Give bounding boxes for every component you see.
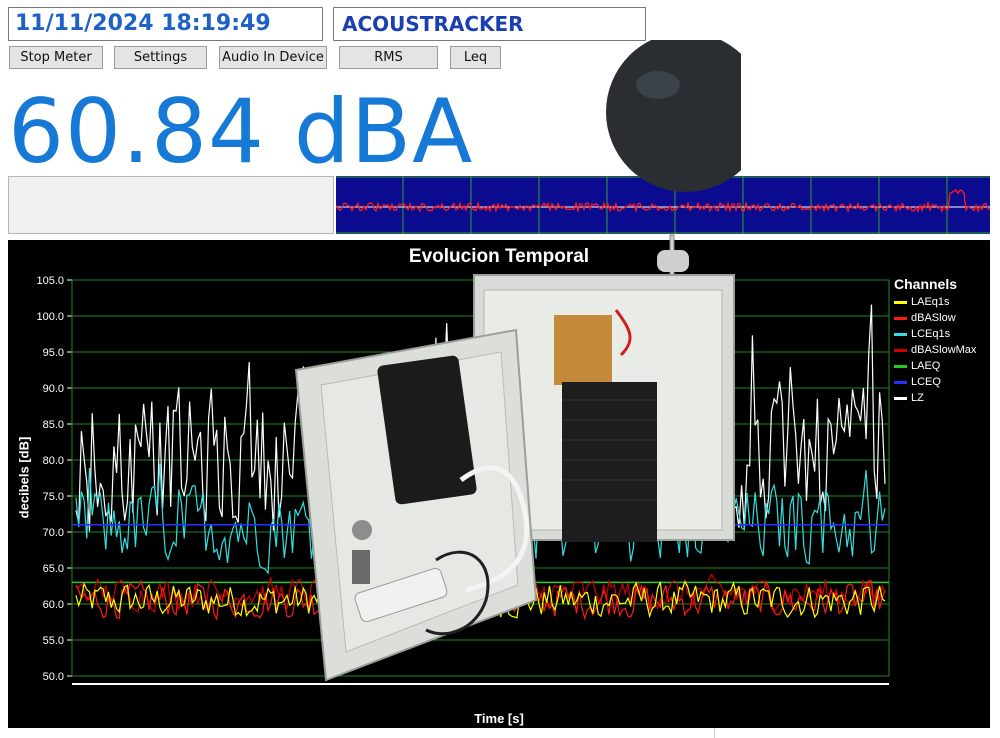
- y-tick-label: 50.0: [43, 671, 64, 683]
- legend-label: dBASlowMax: [911, 344, 977, 356]
- legend-swatch: [894, 396, 907, 400]
- y-tick-label: 55.0: [43, 635, 64, 647]
- legend-item: dBASlow: [894, 310, 956, 326]
- legend-swatch: [894, 348, 907, 352]
- y-tick-label: 85.0: [43, 419, 64, 431]
- y-tick-label: 70.0: [43, 527, 64, 539]
- y-tick-label: 90.0: [43, 383, 64, 395]
- legend-label: LCEq1s: [911, 328, 951, 340]
- settings-button[interactable]: Settings: [114, 46, 207, 69]
- y-tick-label: 65.0: [43, 563, 64, 575]
- legend-item: dBASlowMax: [894, 342, 976, 358]
- app-title: ACOUSTRACKER: [333, 7, 646, 41]
- x-axis-label: Time [s]: [474, 711, 524, 726]
- legend-swatch: [894, 300, 907, 304]
- y-tick-label: 105.0: [36, 275, 64, 287]
- y-tick-label: 95.0: [43, 347, 64, 359]
- legend-item: LCEq1s: [894, 326, 950, 342]
- legend-title: Channels: [894, 276, 958, 292]
- legend-swatch: [894, 380, 907, 384]
- legend-swatch: [894, 332, 907, 336]
- legend-swatch: [894, 316, 907, 320]
- y-tick-label: 60.0: [43, 599, 64, 611]
- y-tick-label: 100.0: [36, 311, 64, 323]
- noise-monitor-enclosure-photo: [294, 40, 741, 682]
- legend-swatch: [894, 364, 907, 368]
- legend-label: LAEq1s: [911, 296, 950, 308]
- legend-item: LAEq1s: [894, 294, 950, 310]
- legend-label: LZ: [911, 392, 924, 404]
- stop-meter-button[interactable]: Stop Meter: [9, 46, 103, 69]
- legend-item: LCEQ: [894, 374, 941, 390]
- legend-item: LAEQ: [894, 358, 940, 374]
- y-tick-label: 75.0: [43, 491, 64, 503]
- datetime-display: 11/11/2024 18:19:49: [8, 7, 323, 41]
- legend-label: dBASlow: [911, 312, 956, 324]
- divider: [714, 728, 715, 738]
- legend-item: LZ: [894, 390, 924, 406]
- y-tick-label: 80.0: [43, 455, 64, 467]
- y-axis-label: decibels [dB]: [16, 436, 32, 519]
- legend-label: LCEQ: [911, 376, 941, 388]
- legend-label: LAEQ: [911, 360, 941, 372]
